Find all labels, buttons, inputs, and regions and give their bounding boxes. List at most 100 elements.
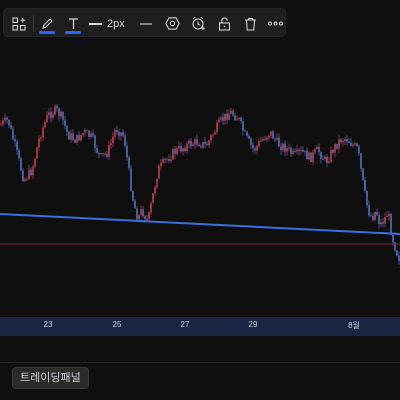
candle-body [258, 141, 260, 146]
candle-body [192, 144, 194, 147]
candle-body [180, 146, 182, 152]
line-color-swatch [39, 31, 55, 34]
candle-body [138, 214, 140, 220]
candle-body [94, 135, 96, 148]
candle-body [232, 110, 234, 116]
candle-body [356, 143, 358, 147]
delete-button[interactable] [237, 9, 263, 38]
candle-body [296, 149, 298, 152]
candle-body [72, 133, 74, 140]
candle-body [134, 200, 136, 209]
candle-body [34, 158, 36, 167]
candle-body [78, 134, 80, 141]
candle-body [304, 150, 306, 152]
candle-body [246, 131, 248, 136]
candle-body [10, 125, 12, 129]
candle-body [66, 126, 68, 132]
candle-body [354, 143, 356, 145]
pencil-icon [41, 18, 53, 29]
candle-body [142, 209, 144, 217]
candle-body [208, 140, 210, 146]
line-style-button[interactable] [133, 9, 159, 38]
candle-body [218, 119, 220, 123]
candle-body [42, 127, 44, 138]
candle-body [102, 153, 104, 154]
candle-body [150, 203, 152, 213]
candle-body [382, 222, 384, 224]
time-axis[interactable]: 23 25 27 29 8월 [0, 317, 400, 336]
candle-body [92, 133, 94, 136]
time-tick-label: 25 [112, 320, 122, 329]
candle-body [36, 147, 38, 159]
candle-body [176, 148, 178, 154]
candle-body [220, 117, 222, 120]
text-color-button[interactable] [60, 9, 86, 38]
candle-body [106, 153, 108, 157]
candle-body [206, 143, 208, 146]
candle-body [100, 153, 102, 155]
candle-body [344, 138, 346, 142]
price-chart[interactable] [0, 40, 400, 315]
candle-body [226, 113, 228, 120]
candle-body [22, 170, 24, 182]
candle-body [156, 179, 158, 188]
candle-body [388, 213, 390, 217]
candle-body [396, 250, 398, 256]
candle-body [250, 138, 252, 145]
more-icon [267, 21, 283, 26]
candle-body [214, 132, 216, 135]
candle-body [52, 114, 54, 118]
candle-body [18, 149, 20, 159]
candle-body [62, 111, 64, 121]
settings-button[interactable] [159, 9, 185, 38]
candle-body [326, 156, 328, 163]
candle-body [286, 148, 288, 152]
candle-body [12, 128, 14, 140]
candle-body [114, 130, 116, 137]
time-tick-label: 29 [248, 320, 258, 329]
candle-body [342, 141, 344, 143]
candle-body [328, 161, 330, 163]
trendline[interactable] [0, 213, 400, 235]
drawing-templates-button[interactable] [6, 9, 32, 38]
trash-icon [244, 17, 256, 31]
line-style-icon [140, 22, 152, 25]
candle-body [222, 117, 224, 121]
candle-body [348, 141, 350, 143]
candle-body [212, 134, 214, 136]
candle-body [120, 132, 122, 136]
candle-body [130, 168, 132, 192]
candle-body [352, 144, 354, 146]
trading-panel-button[interactable]: 트레이딩패널 [12, 367, 89, 389]
candle-body [76, 134, 78, 143]
candle-body [20, 158, 22, 171]
candle-body [154, 187, 156, 194]
panel-divider [0, 362, 400, 363]
candle-body [148, 212, 150, 220]
candle-body [200, 146, 202, 148]
candle-body [0, 124, 2, 126]
candle-body [292, 150, 294, 154]
add-alert-button[interactable] [185, 9, 211, 38]
candle-body [202, 141, 204, 148]
drawing-toolbar: 2px [3, 8, 286, 37]
more-button[interactable] [262, 9, 288, 38]
line-width-button[interactable]: 2px [89, 9, 131, 38]
candle-body [50, 112, 52, 118]
candle-body [384, 216, 386, 224]
time-tick-label: 27 [180, 320, 190, 329]
line-color-button[interactable] [34, 9, 60, 38]
candle-body [280, 146, 282, 151]
candle-body [278, 137, 280, 147]
candle-body [366, 190, 368, 206]
candle-body [380, 222, 382, 225]
candle-body [298, 149, 300, 151]
candle-body [128, 157, 130, 169]
candle-body [312, 152, 314, 162]
candle-body [182, 148, 184, 152]
line-width-label: 2px [107, 17, 125, 30]
candle-body [70, 133, 72, 140]
lock-button[interactable] [211, 9, 237, 38]
candle-body [282, 143, 284, 151]
candle-body [308, 152, 310, 160]
